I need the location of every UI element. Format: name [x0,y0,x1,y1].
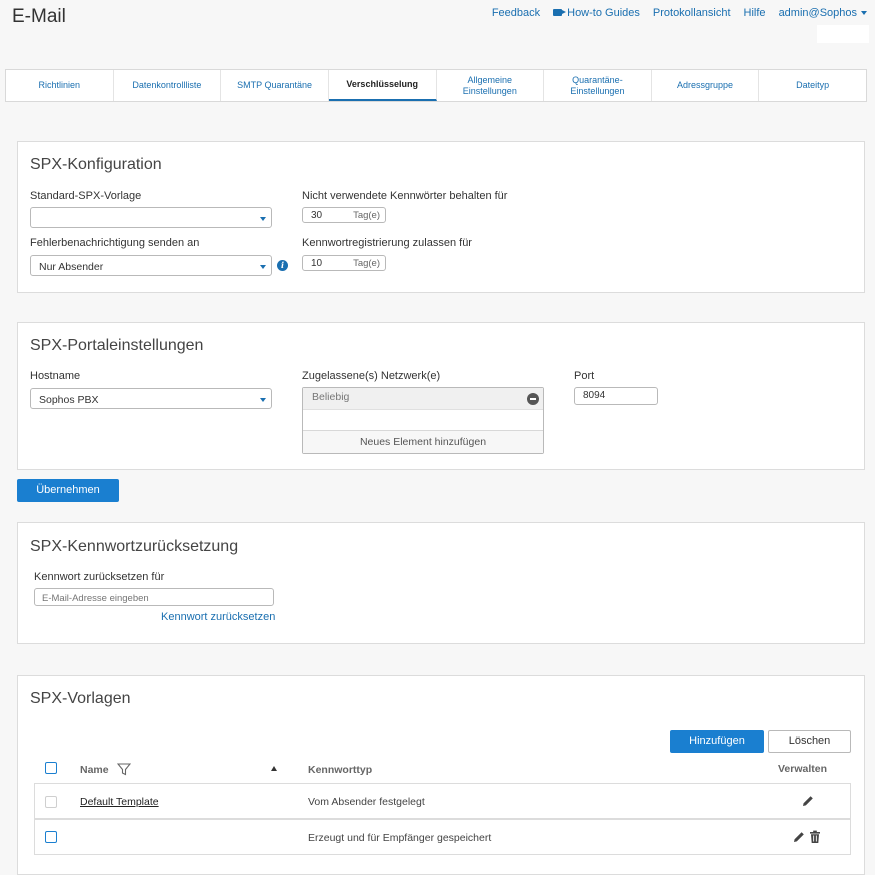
template-name-link[interactable]: Default Template [80,796,159,808]
row-checkbox [45,796,57,808]
table-row: Erzeugt und für Empfänger gespeichert [34,819,851,855]
how-to-label: How-to Guides [567,7,640,19]
tab-bar: Richtlinien Datenkontrollliste SMTP Quar… [5,69,867,102]
reset-label: Kennwort zurücksetzen für [34,571,165,583]
tab-policies[interactable]: Richtlinien [6,70,114,101]
port-value: 8094 [583,390,606,401]
hostname-value: Sophos PBX [39,394,99,406]
default-template-select[interactable] [30,207,272,228]
tab-data-control-list[interactable]: Datenkontrollliste [114,70,222,101]
chevron-down-icon [260,398,266,402]
spx-config-title: SPX-Konfiguration [30,156,162,173]
networks-list: Beliebig Neues Element hinzufügen [302,387,544,454]
keep-passwords-unit: Tag(e) [353,210,380,221]
spx-portal-title: SPX-Portaleinstellungen [30,337,204,354]
chevron-down-icon [260,265,266,269]
password-type: Erzeugt und für Empfänger gespeichert [308,832,492,844]
tab-quarantine-settings[interactable]: Quarantäne- Einstellungen [544,70,652,101]
help-link[interactable]: Hilfe [744,7,766,19]
add-template-button[interactable]: Hinzufügen [670,730,764,753]
tab-general-settings[interactable]: Allgemeine Einstellungen [437,70,545,101]
allow-registration-input[interactable]: 10 Tag(e) [302,255,386,271]
network-item: Beliebig [303,388,543,410]
page-title: E-Mail [12,6,66,27]
error-notify-select[interactable]: Nur Absender [30,255,272,276]
column-header-type: Kennworttyp [308,764,373,776]
sort-ascending-icon[interactable] [271,766,277,771]
column-header-name[interactable]: Name [80,764,109,776]
tab-smtp-quarantine[interactable]: SMTP Quarantäne [221,70,329,101]
network-item-label: Beliebig [312,391,350,403]
tab-file-type[interactable]: Dateityp [759,70,866,101]
remove-icon[interactable] [527,393,539,405]
password-type: Vom Absender festgelegt [308,796,425,808]
error-notify-label: Fehlerbenachrichtigung senden an [30,237,200,249]
tab-address-group[interactable]: Adressgruppe [652,70,760,101]
user-menu[interactable]: admin@Sophos [779,7,867,19]
networks-label: Zugelassene(s) Netzwerk(e) [302,370,441,382]
delete-template-button[interactable]: Löschen [768,730,851,753]
allow-registration-unit: Tag(e) [353,258,380,269]
keep-passwords-value: 30 [311,210,323,221]
chevron-down-icon [861,11,867,16]
error-notify-value: Nur Absender [39,261,104,273]
spx-templates-title: SPX-Vorlagen [30,690,131,707]
apply-button[interactable]: Übernehmen [17,479,119,502]
allow-registration-label: Kennwortregistrierung zulassen für [302,237,472,249]
keep-passwords-label: Nicht verwendete Kennwörter behalten für [302,190,508,202]
user-label: admin@Sophos [778,7,857,19]
video-camera-icon [553,9,567,16]
info-icon[interactable]: i [277,260,288,271]
top-links: Feedback How-to Guides Protokollansicht … [492,7,867,19]
select-all-checkbox[interactable] [45,762,57,774]
edit-icon[interactable] [792,830,806,844]
spx-portal-card: SPX-Portaleinstellungen Hostname Sophos … [17,322,865,470]
port-label: Port [574,370,595,382]
row-checkbox[interactable] [45,831,57,843]
trash-icon[interactable] [809,830,821,844]
spx-reset-card: SPX-Kennwortzurücksetzung Kennwort zurüc… [17,522,865,644]
column-header-manage: Verwalten [778,763,828,775]
spx-config-card: SPX-Konfiguration Standard-SPX-Vorlage F… [17,141,865,293]
header-blank [817,25,869,43]
reset-password-link[interactable]: Kennwort zurücksetzen [161,611,275,623]
log-view-link[interactable]: Protokollansicht [653,7,731,19]
table-row: Default Template Vom Absender festgelegt [34,783,851,819]
default-template-label: Standard-SPX-Vorlage [30,190,142,202]
reset-email-input[interactable] [34,588,274,606]
spx-reset-title: SPX-Kennwortzurücksetzung [30,538,239,555]
hostname-select[interactable]: Sophos PBX [30,388,272,409]
add-network-button[interactable]: Neues Element hinzufügen [303,430,543,453]
chevron-down-icon [260,217,266,221]
hostname-label: Hostname [30,370,81,382]
edit-icon[interactable] [801,794,815,808]
how-to-link[interactable]: How-to Guides [553,7,640,19]
feedback-link[interactable]: Feedback [492,7,540,19]
keep-passwords-input[interactable]: 30 Tag(e) [302,207,386,223]
port-input[interactable]: 8094 [574,387,658,405]
filter-icon[interactable] [117,763,131,776]
allow-registration-value: 10 [311,258,323,269]
tab-encryption[interactable]: Verschlüsselung [328,70,437,101]
